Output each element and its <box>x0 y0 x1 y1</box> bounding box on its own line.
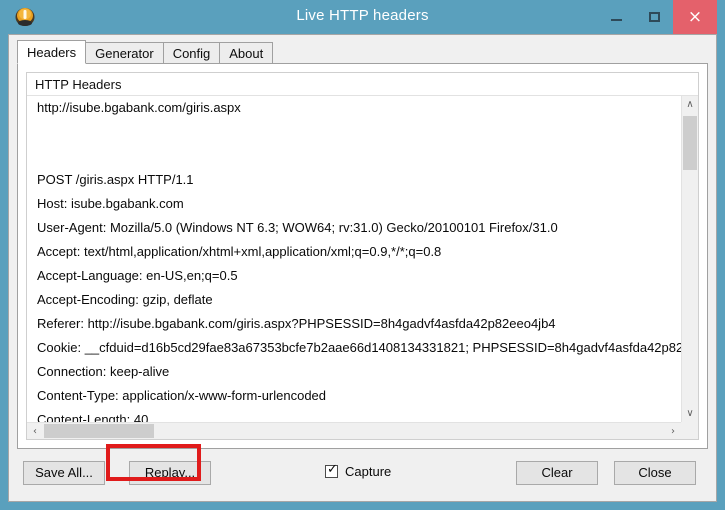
http-header-row[interactable]: Cookie: __cfduid=d16b5cd29fae83a67353bcf… <box>27 336 681 360</box>
capture-label: Capture <box>345 464 392 479</box>
checkmark-icon: ✓ <box>327 462 338 477</box>
http-headers-rows: http://isube.bgabank.com/giris.aspx POST … <box>27 96 681 422</box>
vertical-scrollbar-thumb[interactable] <box>683 116 697 170</box>
minimize-icon <box>610 19 622 21</box>
capture-checkbox-row[interactable]: ✓ Capture <box>325 462 392 479</box>
scroll-right-icon[interactable]: › <box>665 423 681 439</box>
tab-about[interactable]: About <box>219 42 274 63</box>
headers-panel: HTTP Headers http://isube.bgabank.com/gi… <box>17 63 708 449</box>
http-header-row[interactable] <box>27 120 681 144</box>
clear-button[interactable]: Clear <box>516 461 598 485</box>
http-header-row[interactable]: http://isube.bgabank.com/giris.aspx <box>27 96 681 120</box>
http-header-row[interactable]: Connection: keep-alive <box>27 360 681 384</box>
window-controls: × <box>597 0 717 34</box>
maximize-button[interactable] <box>635 0 673 34</box>
close-button[interactable]: Close <box>614 461 696 485</box>
http-header-row[interactable]: POST /giris.aspx HTTP/1.1 <box>27 168 681 192</box>
http-header-row[interactable]: Accept: text/html,application/xhtml+xml,… <box>27 240 681 264</box>
tab-strip: Headers Generator Config About <box>17 40 708 64</box>
http-header-row[interactable]: Content-Type: application/x-www-form-url… <box>27 384 681 408</box>
button-bar: Save All... Replay... ✓ Capture Clear Cl… <box>17 453 708 493</box>
tab-config[interactable]: Config <box>162 42 221 63</box>
tab-generator[interactable]: Generator <box>85 42 164 63</box>
http-header-row[interactable]: Accept-Encoding: gzip, deflate <box>27 288 681 312</box>
http-header-row[interactable]: Accept-Language: en-US,en;q=0.5 <box>27 264 681 288</box>
horizontal-scrollbar-thumb[interactable] <box>44 424 154 438</box>
minimize-button[interactable] <box>597 0 635 34</box>
scroll-down-icon[interactable]: ∨ <box>682 405 698 422</box>
save-all-button[interactable]: Save All... <box>23 461 105 485</box>
tab-headers[interactable]: Headers <box>17 40 87 64</box>
http-headers-group-label: HTTP Headers <box>27 73 698 96</box>
scroll-left-icon[interactable]: ‹ <box>27 423 43 439</box>
close-window-button[interactable]: × <box>673 0 717 34</box>
replay-button[interactable]: Replay... <box>129 461 211 485</box>
vertical-scrollbar[interactable]: ∧ ∨ <box>681 96 698 422</box>
http-headers-listbox[interactable]: HTTP Headers http://isube.bgabank.com/gi… <box>26 72 699 440</box>
client-area: Headers Generator Config About HTTP Head… <box>8 34 717 502</box>
http-header-row[interactable]: Referer: http://isube.bgabank.com/giris.… <box>27 312 681 336</box>
title-bar: Live HTTP headers × <box>8 0 717 34</box>
close-icon: × <box>687 7 703 27</box>
http-header-row[interactable]: User-Agent: Mozilla/5.0 (Windows NT 6.3;… <box>27 216 681 240</box>
http-header-row[interactable]: Host: isube.bgabank.com <box>27 192 681 216</box>
http-header-row[interactable]: Content-Length: 40 <box>27 408 681 422</box>
application-window: Live HTTP headers × Headers Generator Co… <box>0 0 725 510</box>
scrollbar-corner <box>681 422 698 439</box>
capture-checkbox[interactable]: ✓ <box>325 462 338 478</box>
scroll-up-icon[interactable]: ∧ <box>682 96 698 113</box>
horizontal-scrollbar[interactable]: ‹ › <box>27 422 681 439</box>
maximize-icon <box>648 12 660 22</box>
http-header-row[interactable] <box>27 144 681 168</box>
